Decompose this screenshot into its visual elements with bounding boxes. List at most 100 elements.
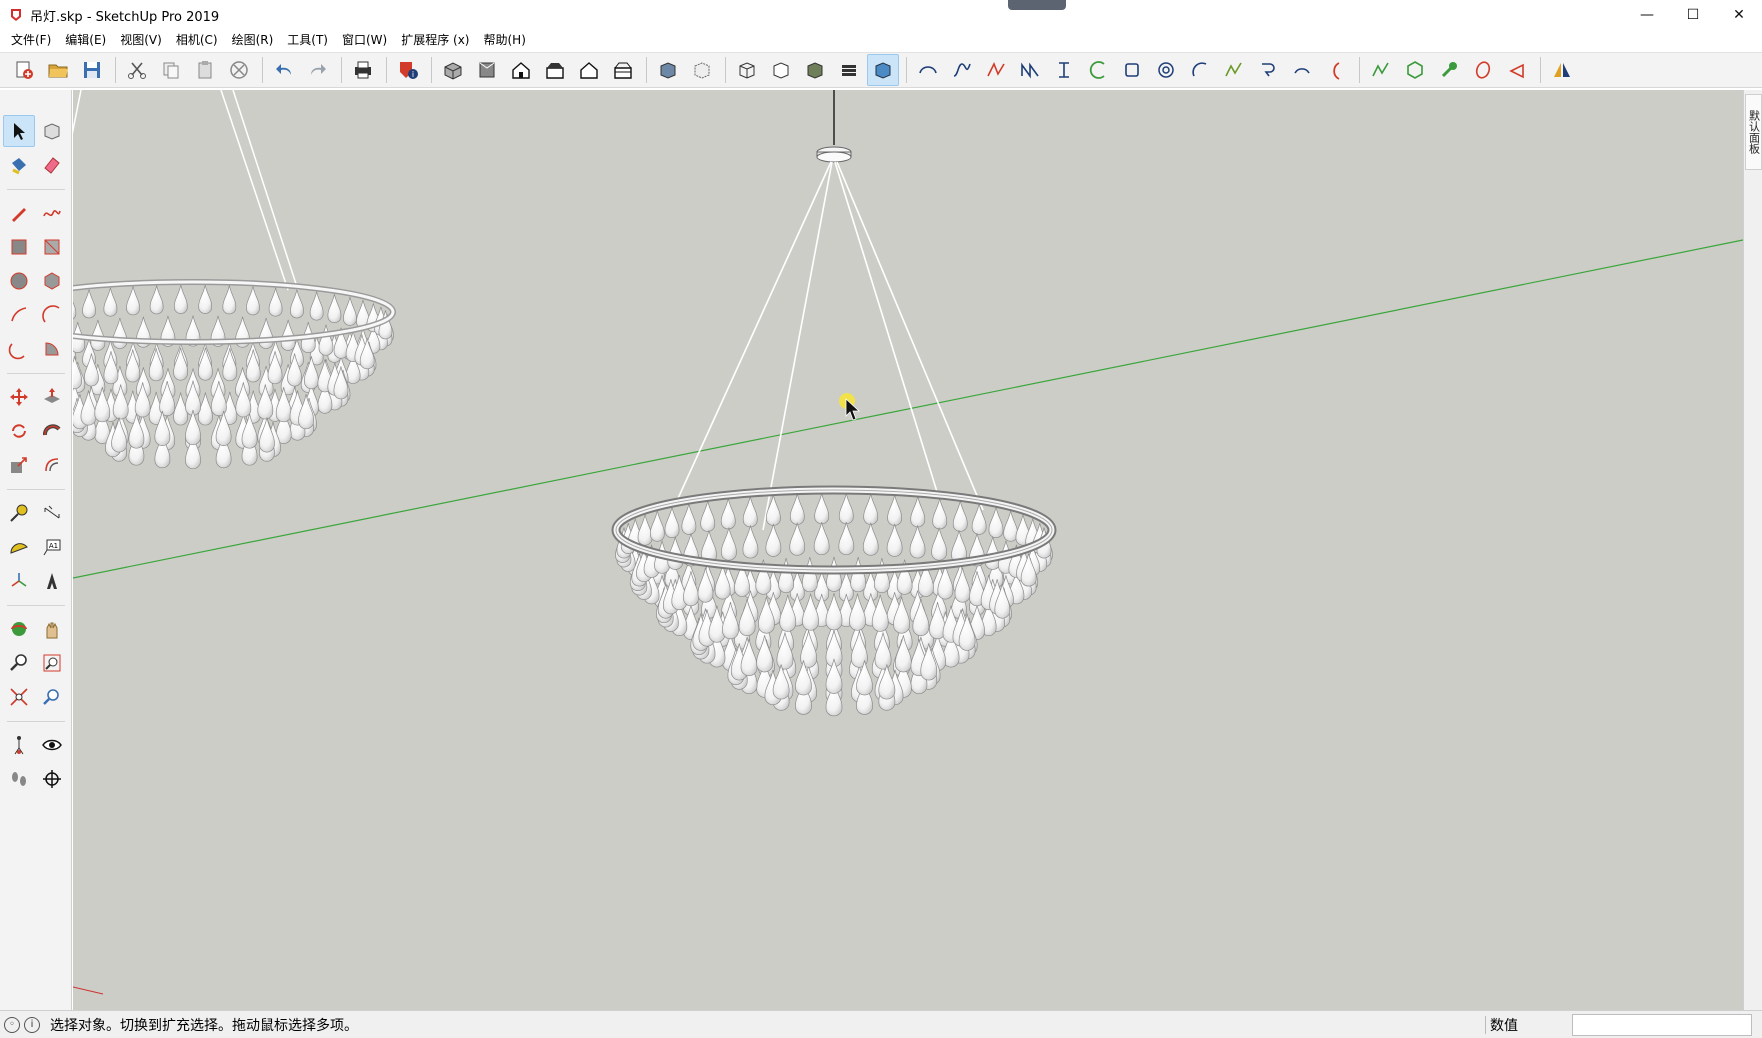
hidden-line-icon[interactable] <box>765 54 797 86</box>
back-edges-icon[interactable] <box>686 54 718 86</box>
info-icon[interactable]: i <box>24 1016 40 1033</box>
freehand-icon[interactable] <box>36 197 68 229</box>
tray-tab[interactable]: 默认面板 <box>1745 94 1762 170</box>
model-viewport[interactable] <box>73 90 1743 1010</box>
monochrome-icon[interactable] <box>867 54 899 86</box>
curve-tool-3-icon[interactable] <box>980 54 1012 86</box>
three-point-arc-icon[interactable] <box>3 333 35 365</box>
move-icon[interactable] <box>3 381 35 413</box>
geo-location-icon[interactable]: ◦ <box>4 1016 20 1033</box>
top-view-icon[interactable] <box>471 54 503 86</box>
zigzag-tool-icon[interactable] <box>1218 54 1250 86</box>
look-around-icon[interactable] <box>36 729 68 761</box>
left-view-icon[interactable] <box>607 54 639 86</box>
new-file-icon[interactable] <box>8 54 40 86</box>
iso-view-icon[interactable] <box>437 54 469 86</box>
curve-tool-2-icon[interactable] <box>946 54 978 86</box>
save-icon[interactable] <box>76 54 108 86</box>
menu-file[interactable]: 文件(F) <box>4 30 58 50</box>
previous-view-icon[interactable] <box>36 681 68 713</box>
curve-tool-5-icon[interactable] <box>1048 54 1080 86</box>
mirror-tool-icon[interactable] <box>1546 54 1578 86</box>
copy-icon[interactable] <box>155 54 187 86</box>
xray-icon[interactable] <box>652 54 684 86</box>
pencil-line-icon[interactable] <box>3 197 35 229</box>
walk-icon[interactable] <box>3 763 35 795</box>
two-point-arc-icon[interactable] <box>36 299 68 331</box>
polyline-tool-icon[interactable] <box>1365 54 1397 86</box>
maximize-button[interactable]: ☐ <box>1670 0 1716 30</box>
curve-tool-6-icon[interactable] <box>1082 54 1114 86</box>
arc-tool-a-icon[interactable] <box>1184 54 1216 86</box>
model-info-icon[interactable]: i <box>392 54 424 86</box>
front-view-icon[interactable] <box>505 54 537 86</box>
arc-tool-c-icon[interactable] <box>1320 54 1352 86</box>
arc-tool-b-icon[interactable] <box>1286 54 1318 86</box>
zoom-window-icon[interactable] <box>36 647 68 679</box>
curve-tool-4-icon[interactable] <box>1014 54 1046 86</box>
rectangle-icon[interactable] <box>3 231 35 263</box>
zoom-extents-icon[interactable] <box>3 681 35 713</box>
offset-icon[interactable] <box>36 449 68 481</box>
scale-icon[interactable] <box>3 449 35 481</box>
chandelier-left[interactable] <box>73 90 396 469</box>
menu-tools[interactable]: 工具(T) <box>280 30 335 50</box>
tape-measure-icon[interactable] <box>3 497 35 529</box>
position-camera-icon[interactable] <box>3 729 35 761</box>
pie-icon[interactable] <box>36 333 68 365</box>
flip-tool-icon[interactable] <box>1501 54 1533 86</box>
follow-me-icon[interactable] <box>36 415 68 447</box>
hook-tool-icon[interactable] <box>1252 54 1284 86</box>
minimize-button[interactable]: — <box>1624 0 1670 30</box>
curve-tool-1-icon[interactable] <box>912 54 944 86</box>
component-icon[interactable] <box>36 115 68 147</box>
ellipse-tool-icon[interactable] <box>1467 54 1499 86</box>
shaded-textures-icon[interactable] <box>833 54 865 86</box>
menu-window[interactable]: 窗口(W) <box>335 30 394 50</box>
polygon-icon[interactable] <box>36 265 68 297</box>
zoom-icon[interactable] <box>3 647 35 679</box>
pan-icon[interactable] <box>36 613 68 645</box>
erase-icon[interactable] <box>223 54 255 86</box>
circle-icon[interactable] <box>3 265 35 297</box>
undo-icon[interactable] <box>268 54 300 86</box>
3d-text-icon[interactable] <box>36 565 68 597</box>
menu-camera[interactable]: 相机(C) <box>169 30 225 50</box>
polygon-tool-icon[interactable] <box>1399 54 1431 86</box>
chandelier-main[interactable] <box>611 90 1057 717</box>
menu-extensions[interactable]: 扩展程序 (x) <box>394 30 476 50</box>
section-plane-icon[interactable] <box>36 763 68 795</box>
paint-bucket-icon[interactable] <box>3 149 35 181</box>
menu-edit[interactable]: 编辑(E) <box>58 30 113 50</box>
rotate-icon[interactable] <box>3 415 35 447</box>
wrench-tool-icon[interactable] <box>1433 54 1465 86</box>
orbit-icon[interactable] <box>3 613 35 645</box>
protractor-icon[interactable] <box>3 531 35 563</box>
print-icon[interactable] <box>347 54 379 86</box>
title-grip-handle[interactable] <box>1008 0 1066 10</box>
wireframe-icon[interactable] <box>731 54 763 86</box>
menu-help[interactable]: 帮助(H) <box>476 30 532 50</box>
right-view-icon[interactable] <box>539 54 571 86</box>
rotated-rectangle-icon[interactable] <box>36 231 68 263</box>
close-button[interactable]: ✕ <box>1716 0 1762 30</box>
axes-icon[interactable] <box>3 565 35 597</box>
eraser-icon[interactable] <box>36 149 68 181</box>
menu-view[interactable]: 视图(V) <box>113 30 169 50</box>
scene-canvas[interactable] <box>73 90 1743 1010</box>
select-icon[interactable] <box>3 115 35 147</box>
text-icon[interactable]: A1 <box>36 531 68 563</box>
spiral-tool-icon[interactable] <box>1150 54 1182 86</box>
back-view-icon[interactable] <box>573 54 605 86</box>
measurements-input[interactable] <box>1572 1014 1752 1036</box>
redo-icon[interactable] <box>302 54 334 86</box>
paste-icon[interactable] <box>189 54 221 86</box>
cut-icon[interactable] <box>121 54 153 86</box>
menu-draw[interactable]: 绘图(R) <box>225 30 281 50</box>
shaded-icon[interactable] <box>799 54 831 86</box>
open-folder-icon[interactable] <box>42 54 74 86</box>
arc-icon[interactable] <box>3 299 35 331</box>
rectangle-tool-icon[interactable] <box>1116 54 1148 86</box>
dimension-icon[interactable] <box>36 497 68 529</box>
push-pull-icon[interactable] <box>36 381 68 413</box>
